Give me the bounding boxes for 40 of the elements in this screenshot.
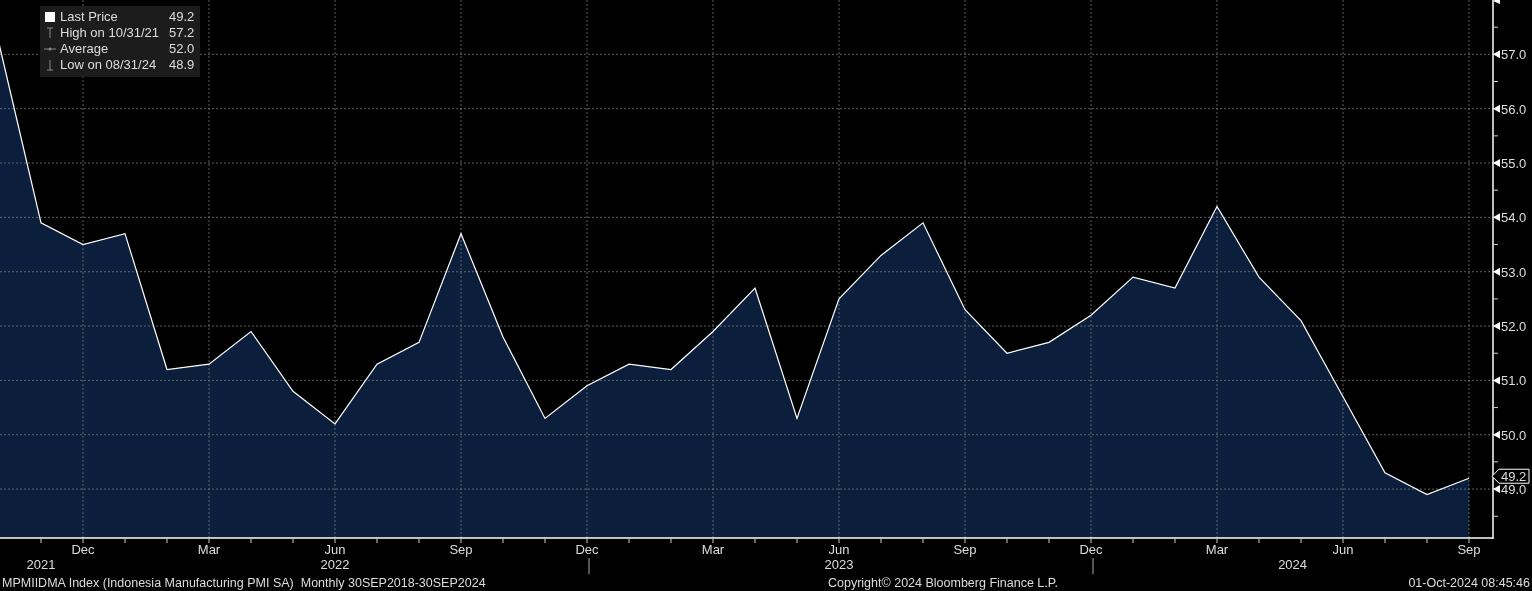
last-value-tag: 49.2 xyxy=(1491,468,1530,485)
legend-value: 57.2 xyxy=(168,25,195,41)
legend-value: 49.2 xyxy=(168,9,195,25)
y-tick-label: 51.0 xyxy=(1501,373,1527,389)
x-tick-label: Sep xyxy=(449,542,473,557)
timestamp: 01-Oct-2024 08:45:46 xyxy=(1408,575,1531,590)
x-tick-label: Mar xyxy=(197,542,221,557)
y-tick-label: 50.0 xyxy=(1501,427,1527,443)
legend-label: Average xyxy=(60,41,110,57)
legend-value: 52.0 xyxy=(168,41,195,57)
low-marker-icon xyxy=(44,57,56,73)
year-label: 2021 xyxy=(26,557,56,572)
x-tick-label: Jun xyxy=(324,542,346,557)
x-tick-label: Sep xyxy=(1457,542,1481,557)
y-tick-label: 55.0 xyxy=(1501,156,1527,172)
legend-label: Last Price xyxy=(60,9,119,25)
copyright-text: Copyright© 2024 Bloomberg Finance L.P. xyxy=(828,575,1059,590)
year-label: 2024 xyxy=(1278,557,1308,572)
x-tick-label: Sep xyxy=(953,542,977,557)
legend-label: Low on 08/31/24 xyxy=(60,57,158,73)
series-swatch-icon xyxy=(44,9,56,25)
x-tick-label: Dec xyxy=(1079,542,1103,557)
y-tick-label: 54.0 xyxy=(1501,210,1527,226)
y-tick-label: 57.0 xyxy=(1501,47,1527,63)
year-label: 2023 xyxy=(824,557,854,572)
legend-label: High on 10/31/21 xyxy=(60,25,160,41)
x-tick-label: Dec xyxy=(71,542,95,557)
x-tick-label: Dec xyxy=(575,542,599,557)
y-tick-label: 52.0 xyxy=(1501,319,1527,335)
legend-value: 48.9 xyxy=(168,57,195,73)
x-tick-label: Mar xyxy=(701,542,725,557)
chart-description: MPMIIDMA Index (Indonesia Manufacturing PMI SA) Monthly 30SEP2018-30SEP2024 xyxy=(1,575,487,590)
x-tick-label: Mar xyxy=(1205,542,1229,557)
x-tick-label: Jun xyxy=(828,542,850,557)
high-marker-icon xyxy=(44,25,56,41)
y-tick-label: 49.0 xyxy=(1501,482,1527,498)
y-tick-label: 53.0 xyxy=(1501,264,1527,280)
x-tick-label: Jun xyxy=(1332,542,1354,557)
y-tick-label: 56.0 xyxy=(1501,101,1527,117)
year-label: 2022 xyxy=(320,557,350,572)
